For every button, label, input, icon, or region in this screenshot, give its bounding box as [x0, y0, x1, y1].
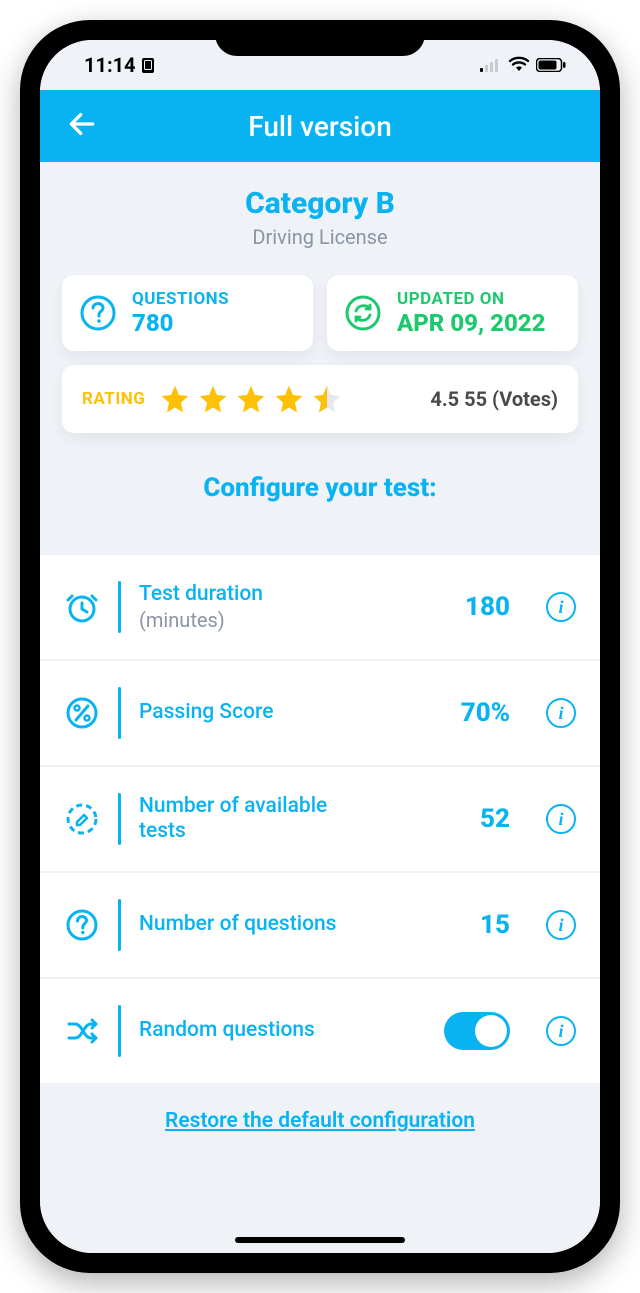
- sim-card-icon: [142, 58, 154, 73]
- config-label: Passing Score: [139, 700, 369, 725]
- device-frame: 11:14: [20, 20, 620, 1273]
- config-row-available-tests[interactable]: Number of available tests 52 i: [40, 765, 600, 871]
- status-right: [480, 53, 566, 77]
- config-row-random-questions: Random questions i: [40, 977, 600, 1083]
- config-list: Test duration (minutes) 180 i: [40, 553, 600, 1083]
- rating-text: 4.5 55 (Votes): [430, 387, 558, 411]
- config-row-passing-score[interactable]: Passing Score 70% i: [40, 659, 600, 765]
- questions-value: 780: [132, 309, 229, 337]
- clock-icon: [64, 589, 100, 625]
- config-value: 70%: [461, 698, 510, 728]
- config-value: 15: [480, 910, 510, 940]
- config-labels: Number of available tests: [139, 794, 369, 844]
- config-label: Test duration: [139, 582, 369, 607]
- updated-value: APR 09, 2022: [397, 309, 545, 337]
- tests-icon: [64, 801, 100, 837]
- info-icon[interactable]: i: [546, 804, 576, 834]
- config-labels: Random questions: [139, 1018, 369, 1043]
- updated-label: UPDATED ON: [397, 289, 545, 309]
- info-icon[interactable]: i: [546, 1016, 576, 1046]
- config-label: Number of available tests: [139, 794, 369, 844]
- stars: [159, 383, 343, 415]
- rating-label: RATING: [82, 389, 145, 409]
- divider: [118, 687, 121, 739]
- config-labels: Passing Score: [139, 700, 369, 725]
- config-label: Random questions: [139, 1018, 369, 1043]
- restore-default-link[interactable]: Restore the default configuration: [165, 1109, 475, 1133]
- info-icon[interactable]: i: [546, 592, 576, 622]
- star-5-half-icon: [311, 383, 343, 415]
- info-icon[interactable]: i: [546, 910, 576, 940]
- back-button[interactable]: [66, 108, 98, 144]
- category-title: Category B: [40, 186, 600, 221]
- percent-icon: [64, 695, 100, 731]
- info-icon[interactable]: i: [546, 698, 576, 728]
- configure-heading: Configure your test:: [40, 473, 600, 503]
- screen: 11:14: [40, 40, 600, 1253]
- question-circle-icon: [78, 293, 118, 333]
- question-icon: [64, 907, 100, 943]
- config-value: 180: [465, 592, 510, 622]
- config-sublabel: (minutes): [139, 608, 369, 632]
- config-row-duration[interactable]: Test duration (minutes) 180 i: [40, 553, 600, 659]
- signal-icon: [480, 53, 502, 77]
- star-2-icon: [197, 383, 229, 415]
- config-value: 52: [480, 804, 510, 834]
- app-header: Full version: [40, 90, 600, 162]
- random-questions-toggle[interactable]: [444, 1012, 510, 1050]
- questions-label: QUESTIONS: [132, 289, 229, 309]
- status-left: 11:14: [84, 53, 154, 77]
- questions-text: QUESTIONS 780: [132, 289, 229, 337]
- divider: [118, 793, 121, 845]
- category-header: Category B Driving License: [40, 162, 600, 259]
- divider: [118, 581, 121, 633]
- updated-text: UPDATED ON APR 09, 2022: [397, 289, 545, 337]
- notch: [215, 20, 425, 56]
- restore-section: Restore the default configuration: [40, 1083, 600, 1167]
- divider: [118, 1005, 121, 1057]
- star-3-icon: [235, 383, 267, 415]
- star-1-icon: [159, 383, 191, 415]
- content: Category B Driving License QUESTIONS 780: [40, 162, 600, 1253]
- refresh-icon: [343, 293, 383, 333]
- shuffle-icon: [64, 1013, 100, 1049]
- config-labels: Number of questions: [139, 912, 369, 937]
- divider: [118, 899, 121, 951]
- info-cards-row: QUESTIONS 780: [40, 259, 600, 351]
- battery-icon: [536, 53, 566, 77]
- config-row-number-questions[interactable]: Number of questions 15 i: [40, 871, 600, 977]
- wifi-icon: [508, 53, 530, 77]
- home-indicator[interactable]: [235, 1237, 405, 1243]
- config-label: Number of questions: [139, 912, 369, 937]
- star-4-icon: [273, 383, 305, 415]
- updated-card: UPDATED ON APR 09, 2022: [327, 275, 578, 351]
- status-time: 11:14: [84, 53, 136, 77]
- rating-card: RATING 4.5 55 (Votes): [62, 365, 578, 433]
- questions-card: QUESTIONS 780: [62, 275, 313, 351]
- category-subtitle: Driving License: [40, 225, 600, 249]
- config-labels: Test duration (minutes): [139, 582, 369, 631]
- header-title: Full version: [248, 110, 392, 143]
